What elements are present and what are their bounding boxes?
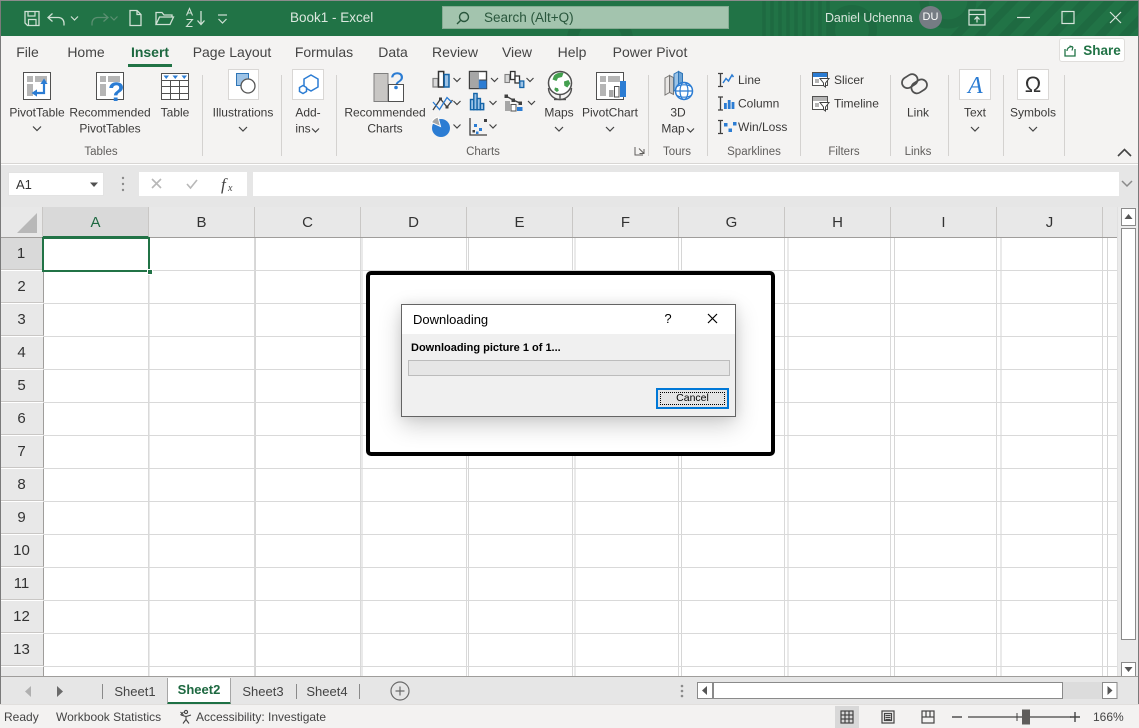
svg-text:Add-: Add- [295,106,320,120]
svg-text:PivotChart: PivotChart [582,106,639,120]
svg-text:Maps: Maps [544,106,573,120]
svg-text:Column: Column [738,97,779,111]
svg-text:f: f [221,175,228,194]
svg-text:3D: 3D [670,106,686,120]
svg-text:Line: Line [738,73,761,87]
svg-text:Slicer: Slicer [834,73,864,87]
svg-text:Recommended: Recommended [344,106,425,120]
svg-text:PivotTables: PivotTables [79,122,140,136]
svg-text:Charts: Charts [367,122,402,136]
svg-text:Illustrations: Illustrations [213,106,274,120]
svg-text:ins: ins [295,122,310,136]
svg-text:Table: Table [161,106,190,120]
svg-text:Win/Loss: Win/Loss [738,120,787,134]
svg-text:Link: Link [907,106,930,120]
svg-text:Text: Text [964,106,987,120]
svg-text:A: A [966,73,983,99]
svg-text:Recommended: Recommended [69,106,150,120]
svg-text:PivotTable: PivotTable [9,106,65,120]
svg-text:Ω: Ω [1025,72,1041,97]
svg-text:Map: Map [661,122,685,136]
svg-text:?: ? [108,77,125,107]
svg-text:x: x [227,183,233,194]
svg-text:Symbols: Symbols [1010,106,1056,120]
svg-text:Timeline: Timeline [834,97,879,111]
